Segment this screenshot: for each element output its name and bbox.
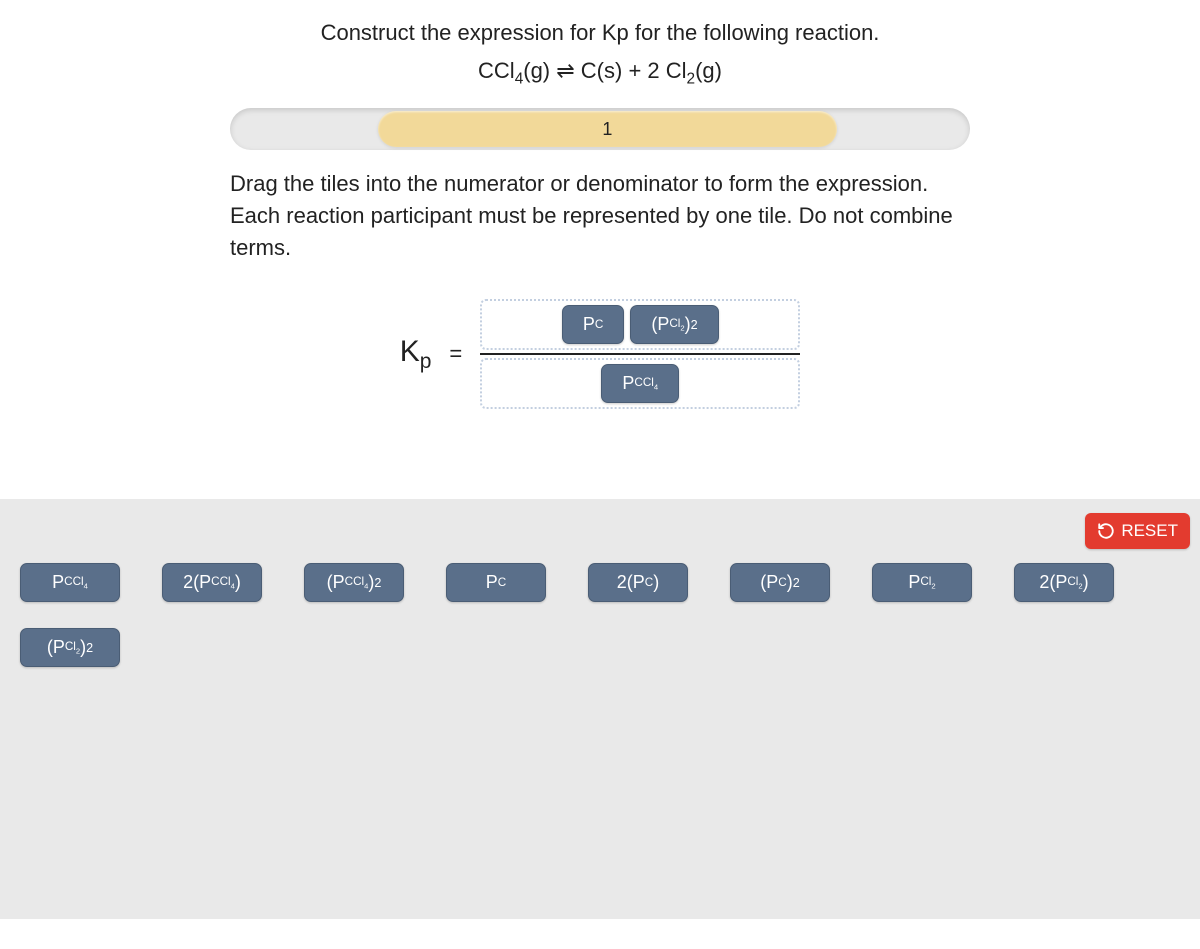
tile-palette: PCCl4 2(PCCl4) (PCCl4)2 PC 2(PC) (PC)2 PCl2 2(P… — [10, 563, 1190, 667]
progress-fill: 1 — [378, 111, 837, 147]
tile-pal-5[interactable]: (PC)2 — [730, 563, 830, 602]
expression-zone: Kp = PC(PCl2)2 PCCl4 — [0, 299, 1200, 409]
equals-sign: = — [449, 341, 462, 367]
tile-pal-2[interactable]: (PCCl4)2 — [304, 563, 404, 602]
tile-pal-7[interactable]: 2(PCl2) — [1014, 563, 1114, 602]
tile-pal-0[interactable]: PCCl4 — [20, 563, 120, 602]
problem-prompt: Construct the expression for Kp for the … — [0, 20, 1200, 46]
reaction-equation: CCl4(g) ⇌ C(s) + 2 Cl2(g) — [0, 58, 1200, 88]
tile-pal-3[interactable]: PC — [446, 563, 546, 602]
progress-track: 1 — [230, 108, 970, 150]
tile-den-0[interactable]: PCCl4 — [601, 364, 679, 403]
numerator-dropzone[interactable]: PC(PCl2)2 — [480, 299, 800, 350]
progress-label: 1 — [602, 119, 612, 140]
denominator-dropzone[interactable]: PCCl4 — [480, 358, 800, 409]
fraction: PC(PCl2)2 PCCl4 — [480, 299, 800, 409]
fraction-bar — [480, 353, 800, 355]
instructions-text: Drag the tiles into the numerator or den… — [230, 168, 970, 264]
kp-symbol: Kp — [400, 335, 432, 374]
tile-pal-1[interactable]: 2(PCCl4) — [162, 563, 262, 602]
tile-pal-4[interactable]: 2(PC) — [588, 563, 688, 602]
tile-pal-6[interactable]: PCl2 — [872, 563, 972, 602]
reset-label: RESET — [1121, 521, 1178, 541]
tile-palette-section: RESET PCCl42(PCCl4)(PCCl4)2PC2(PC)(PC)2P… — [0, 499, 1200, 919]
progress-bar: 1 — [0, 108, 1200, 150]
reset-button[interactable]: RESET — [1085, 513, 1190, 549]
undo-icon — [1097, 522, 1115, 540]
tile-num-1[interactable]: (PCl2)2 — [630, 305, 718, 344]
tile-num-0[interactable]: PC — [562, 305, 624, 344]
tile-pal-8[interactable]: (PCl2)2 — [20, 628, 120, 667]
